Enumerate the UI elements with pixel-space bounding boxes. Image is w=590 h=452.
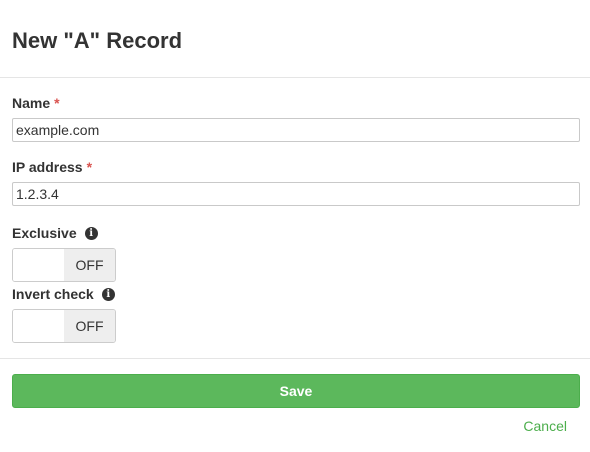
ip-address-required-mark: * [86,159,93,175]
name-label-text: Name [12,95,51,111]
cancel-link[interactable]: Cancel [523,417,567,435]
name-input[interactable] [12,118,580,142]
header-divider [0,77,590,78]
new-a-record-dialog: New "A" Record Name * IP address * Exclu… [0,0,590,452]
ip-address-label: IP address * [12,158,92,176]
toggle-off-label: OFF [64,310,115,342]
name-label: Name * [12,94,60,112]
footer-divider [0,358,590,359]
exclusive-toggle[interactable]: OFF [12,248,116,282]
exclusive-label: Exclusive i [12,224,98,242]
dialog-title: New "A" Record [12,28,183,53]
toggle-handle [13,249,64,281]
ip-address-input[interactable] [12,182,580,206]
invert-check-toggle[interactable]: OFF [12,309,116,343]
ip-address-label-text: IP address [12,159,83,175]
invert-check-label-text: Invert check [12,286,94,302]
info-circle-icon[interactable]: i [101,287,115,301]
invert-check-label: Invert check i [12,285,115,303]
save-button[interactable]: Save [12,374,580,408]
toggle-off-label: OFF [64,249,115,281]
toggle-handle [13,310,64,342]
exclusive-label-text: Exclusive [12,225,77,241]
info-circle-icon[interactable]: i [84,226,98,240]
name-required-mark: * [54,95,60,111]
